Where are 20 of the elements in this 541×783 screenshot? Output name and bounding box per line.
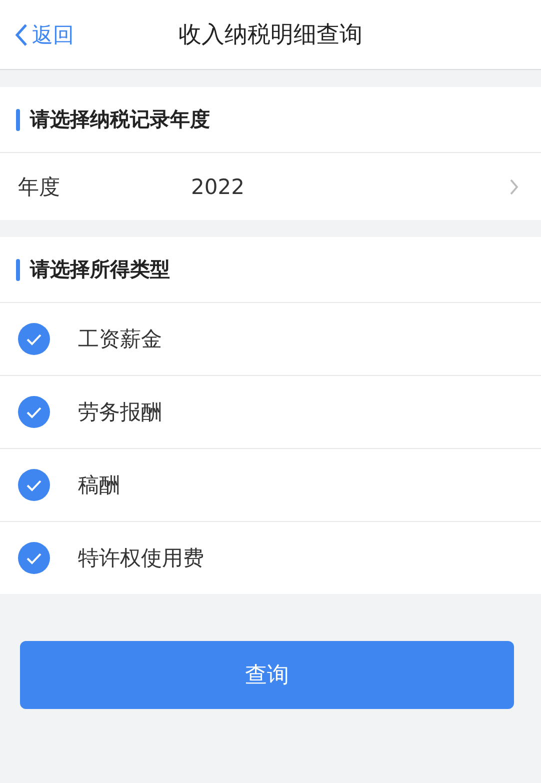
chevron-right-icon xyxy=(509,178,519,196)
page-title: 收入纳税明细查询 xyxy=(178,22,362,48)
checkbox[interactable] xyxy=(18,469,50,501)
income-type-label: 稿酬 xyxy=(78,472,120,499)
checkbox[interactable] xyxy=(18,323,50,355)
checkbox[interactable] xyxy=(18,396,50,428)
section-title: 请选择纳税记录年度 xyxy=(30,106,210,133)
income-type-label: 工资薪金 xyxy=(78,326,162,353)
section-marker xyxy=(16,108,20,130)
chevron-left-icon xyxy=(14,22,28,46)
year-value: 2022 xyxy=(191,174,246,198)
section-title: 请选择所得类型 xyxy=(30,256,170,283)
year-row[interactable]: 年度 2022 xyxy=(0,153,541,220)
query-button[interactable]: 查询 xyxy=(20,641,514,709)
back-button[interactable]: 返回 xyxy=(0,20,80,50)
section-marker xyxy=(16,258,20,280)
year-label: 年度 xyxy=(18,174,61,200)
income-type-label: 特许权使用费 xyxy=(78,545,204,572)
income-type-label: 劳务报酬 xyxy=(78,399,162,426)
checkbox[interactable] xyxy=(18,542,50,574)
